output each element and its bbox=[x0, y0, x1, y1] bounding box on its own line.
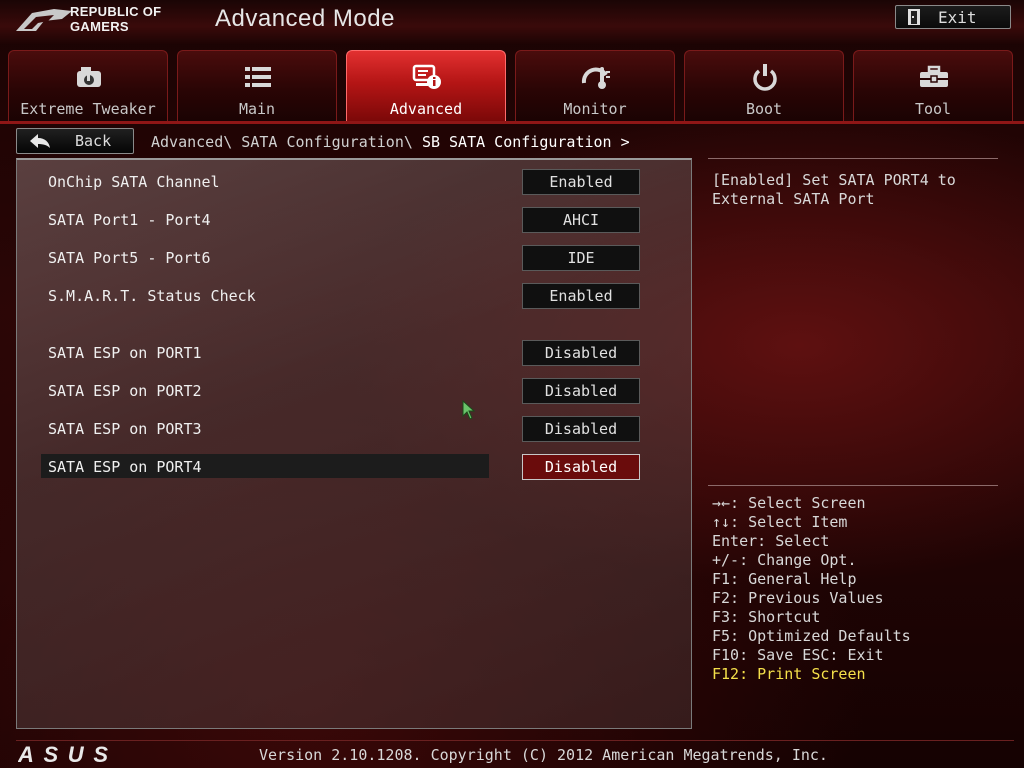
setting-label: OnChip SATA Channel bbox=[48, 173, 220, 191]
setting-value-dropdown[interactable]: Disabled bbox=[522, 454, 640, 480]
back-label: Back bbox=[75, 132, 112, 150]
settings-panel: OnChip SATA Channel Enabled SATA Port1 -… bbox=[16, 158, 692, 729]
exit-door-icon bbox=[908, 9, 920, 25]
tab-divider bbox=[0, 121, 1024, 124]
setting-label: SATA Port5 - Port6 bbox=[48, 249, 211, 267]
key-hint: F2: Previous Values bbox=[712, 589, 884, 607]
setting-sata-esp-port3[interactable]: SATA ESP on PORT3 Disabled bbox=[41, 416, 681, 442]
setting-sata-port5-port6[interactable]: SATA Port5 - Port6 IDE bbox=[41, 245, 681, 271]
tab-extreme-tweaker[interactable]: Extreme Tweaker bbox=[8, 50, 168, 122]
tab-advanced[interactable]: Advanced bbox=[346, 50, 506, 122]
setting-value-dropdown[interactable]: Enabled bbox=[522, 283, 640, 309]
asus-logo: ASUS bbox=[18, 744, 108, 764]
exit-button[interactable]: Exit bbox=[895, 5, 1011, 29]
setting-value-dropdown[interactable]: Disabled bbox=[522, 416, 640, 442]
setting-label: SATA ESP on PORT2 bbox=[48, 382, 202, 400]
key-hint: F10: Save ESC: Exit bbox=[712, 646, 884, 664]
setting-label: SATA Port1 - Port4 bbox=[48, 211, 211, 229]
setting-label: S.M.A.R.T. Status Check bbox=[48, 287, 256, 305]
mode-title: Advanced Mode bbox=[215, 5, 395, 32]
version-text: Version 2.10.1208. Copyright (C) 2012 Am… bbox=[259, 746, 828, 764]
tab-label: Monitor bbox=[563, 100, 627, 118]
setting-smart-status-check[interactable]: S.M.A.R.T. Status Check Enabled bbox=[41, 283, 681, 309]
power-icon bbox=[753, 64, 777, 91]
setting-value-dropdown[interactable]: AHCI bbox=[522, 207, 640, 233]
tab-boot[interactable]: Boot bbox=[684, 50, 844, 122]
advanced-info-icon bbox=[412, 64, 441, 89]
key-hint: F3: Shortcut bbox=[712, 608, 821, 626]
mouse-pointer-icon bbox=[462, 400, 476, 420]
gauge-icon bbox=[77, 67, 101, 87]
setting-value-dropdown[interactable]: IDE bbox=[522, 245, 640, 271]
setting-value-dropdown[interactable]: Disabled bbox=[522, 378, 640, 404]
help-bottom-divider bbox=[708, 485, 998, 486]
setting-sata-esp-port2[interactable]: SATA ESP on PORT2 Disabled bbox=[41, 378, 681, 404]
setting-label: SATA ESP on PORT1 bbox=[48, 344, 202, 362]
breadcrumb-path[interactable]: Advanced\ SATA Configuration\ bbox=[151, 133, 413, 151]
tab-label: Extreme Tweaker bbox=[20, 100, 156, 118]
exit-label: Exit bbox=[938, 8, 977, 27]
setting-sata-esp-port4[interactable]: SATA ESP on PORT4 Disabled bbox=[41, 454, 681, 480]
back-button[interactable]: Back bbox=[16, 128, 134, 154]
breadcrumb-current: SB SATA Configuration > bbox=[421, 133, 630, 151]
key-hint-print-screen: F12: Print Screen bbox=[712, 665, 866, 683]
key-hint: →←: Select Screen bbox=[712, 494, 866, 512]
tab-label: Main bbox=[238, 100, 276, 118]
toolbox-icon bbox=[920, 65, 948, 87]
setting-label: SATA ESP on PORT3 bbox=[48, 420, 202, 438]
setting-value-dropdown[interactable]: Disabled bbox=[522, 340, 640, 366]
key-hint: ↑↓: Select Item bbox=[712, 513, 848, 531]
tab-tool[interactable]: Tool bbox=[853, 50, 1013, 122]
tab-label: Tool bbox=[914, 100, 952, 118]
brand-line1: REPUBLIC OF bbox=[70, 4, 162, 19]
monitor-gauge-icon bbox=[581, 67, 610, 89]
key-hint: F5: Optimized Defaults bbox=[712, 627, 911, 645]
help-top-divider bbox=[708, 158, 998, 159]
tab-label: Advanced bbox=[389, 100, 463, 118]
setting-label: SATA ESP on PORT4 bbox=[48, 458, 202, 476]
brand-line2: GAMERS bbox=[70, 19, 129, 34]
footer-divider bbox=[16, 740, 1014, 741]
setting-onchip-sata-channel[interactable]: OnChip SATA Channel Enabled bbox=[41, 169, 681, 195]
top-header: REPUBLIC OF GAMERS Advanced Mode Exit bbox=[0, 0, 1024, 44]
setting-value-dropdown[interactable]: Enabled bbox=[522, 169, 640, 195]
help-description: [Enabled] Set SATA PORT4 to External SAT… bbox=[712, 171, 956, 208]
key-hint: Enter: Select bbox=[712, 532, 830, 550]
key-legend: →←: Select Screen ↑↓: Select Item Enter:… bbox=[712, 494, 911, 684]
setting-sata-esp-port1[interactable]: SATA ESP on PORT1 Disabled bbox=[41, 340, 681, 366]
back-arrow-icon bbox=[30, 134, 50, 148]
key-hint: F1: General Help bbox=[712, 570, 857, 588]
breadcrumb: Advanced\ SATA Configuration\ SB SATA Co… bbox=[151, 133, 630, 151]
key-hint: +/-: Change Opt. bbox=[712, 551, 857, 569]
tab-main[interactable]: Main bbox=[177, 50, 337, 122]
tab-label: Boot bbox=[745, 100, 783, 118]
tab-monitor[interactable]: Monitor bbox=[515, 50, 675, 122]
setting-sata-port1-port4[interactable]: SATA Port1 - Port4 AHCI bbox=[41, 207, 681, 233]
list-icon bbox=[245, 67, 271, 87]
asus-logo-text: ASUS bbox=[18, 744, 108, 764]
brand-text: REPUBLIC OF GAMERS bbox=[70, 4, 161, 34]
